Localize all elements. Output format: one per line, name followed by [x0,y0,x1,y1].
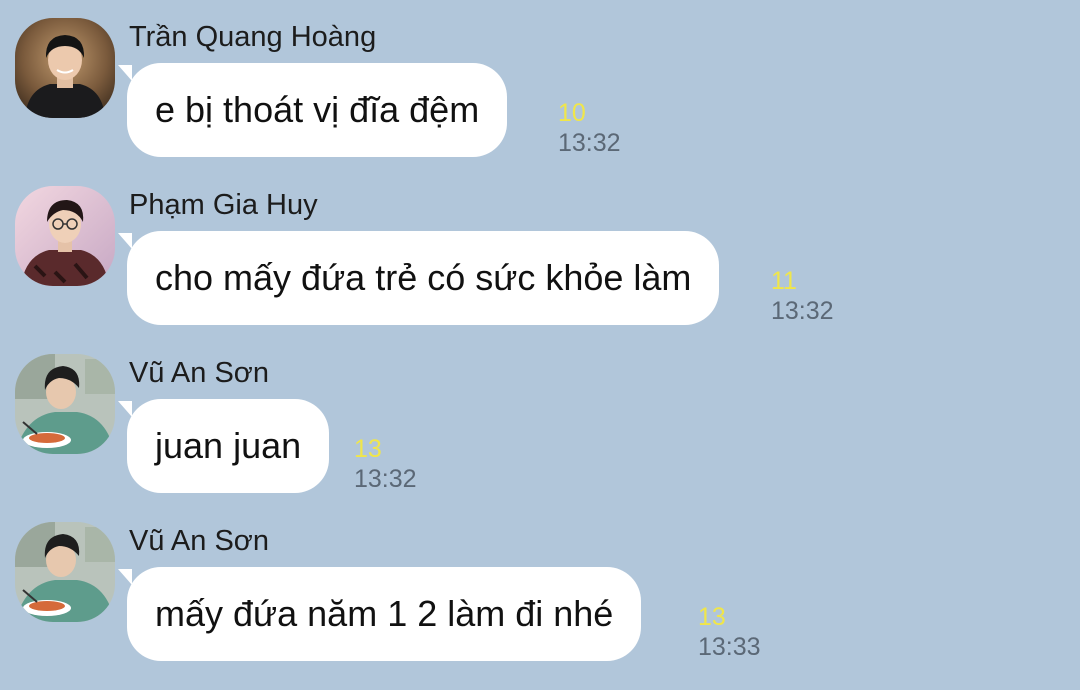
message-text: e bị thoát vị đĩa đệm [155,89,480,130]
message-bubble[interactable]: juan juan [117,399,330,493]
person-eating-photo-icon [15,354,115,454]
sender-name: Vũ An Sơn [129,357,269,389]
message-bubble[interactable]: e bị thoát vị đĩa đệm [117,63,508,157]
message-bubble[interactable]: cho mấy đứa trẻ có sức khỏe làm [117,231,720,325]
message-text: cho mấy đứa trẻ có sức khỏe làm [155,257,692,298]
chat-message: Vũ An Sơn juan juan 13 13:32 [0,354,1080,522]
message-timestamp: 13:32 [771,297,834,325]
avatar[interactable] [15,354,115,454]
chat-message-list[interactable]: Trần Quang Hoàng e bị thoát vị đĩa đệm 1… [0,0,1080,683]
chat-message: Phạm Gia Huy cho mấy đứa trẻ có sức khỏe… [0,186,1080,354]
chat-message: Trần Quang Hoàng e bị thoát vị đĩa đệm 1… [0,18,1080,186]
message-meta: 10 13:32 [558,98,648,158]
sender-name: Phạm Gia Huy [129,189,318,221]
sender-name: Trần Quang Hoàng [129,21,377,53]
avatar[interactable] [15,522,115,622]
person-eating-photo-icon [15,522,115,622]
message-timestamp: 13:33 [698,633,761,661]
unread-count-badge: 13 [354,435,382,463]
unread-count-badge: 13 [698,603,726,631]
message-text: mấy đứa năm 1 2 làm đi nhé [155,593,614,634]
message-meta: 13 13:33 [698,602,788,662]
message-meta: 13 13:32 [354,434,444,494]
avatar[interactable] [15,186,115,286]
chat-message: Vũ An Sơn mấy đứa năm 1 2 làm đi nhé 13 … [0,522,1080,690]
unread-count-badge: 10 [558,99,586,127]
avatar[interactable] [15,18,115,118]
message-bubble[interactable]: mấy đứa năm 1 2 làm đi nhé [117,567,642,661]
person-photo-icon [15,18,115,118]
sender-name: Vũ An Sơn [129,525,269,557]
message-meta: 11 13:32 [771,266,861,326]
unread-count-badge: 11 [771,267,797,295]
message-timestamp: 13:32 [558,129,621,157]
person-photo-icon [15,186,115,286]
message-timestamp: 13:32 [354,465,417,493]
message-text: juan juan [155,425,302,466]
